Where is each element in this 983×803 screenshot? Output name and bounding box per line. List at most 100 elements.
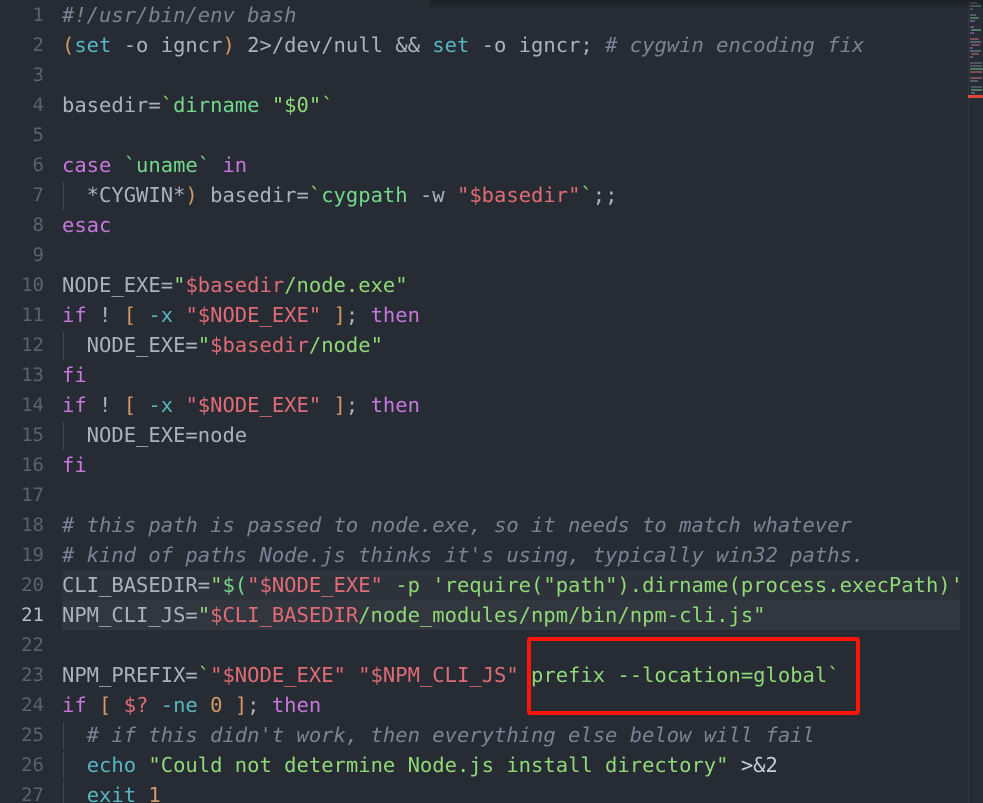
code-token: ` [197, 663, 211, 687]
line-text: fi [62, 450, 87, 480]
code-token: echo [86, 753, 137, 777]
line-number: 22 [21, 634, 44, 656]
code-token: NODE_EXE=node [62, 423, 248, 447]
code-token: "Could not determine Node.js install dir… [148, 753, 729, 777]
code-token: -ne [160, 693, 198, 717]
code-line[interactable]: 22 [0, 630, 968, 660]
code-line[interactable]: 9 [0, 240, 968, 270]
line-text: (set -o igncr) 2>/dev/null && set -o ign… [62, 30, 864, 60]
code-token: $? [123, 693, 149, 717]
code-token: ; [345, 303, 371, 327]
line-text: exit 1 [62, 780, 161, 803]
code-line[interactable]: 11 if ! [ -x "$NODE_EXE" ]; then [0, 300, 968, 330]
code-token: then [370, 303, 420, 327]
code-token: " [197, 333, 211, 357]
code-token: # if this didn't work, then everything e… [62, 723, 815, 747]
code-token: esac [62, 213, 112, 237]
code-token: ;; [592, 183, 618, 207]
code-line[interactable]: 23 NPM_PREFIX=`"$NODE_EXE" "$NPM_CLI_JS" … [0, 660, 968, 690]
minimap-row [970, 41, 981, 43]
code-line[interactable]: 24 if [ $? -ne 0 ]; then [0, 690, 968, 720]
line-number: 20 [21, 574, 44, 596]
minimap-row [971, 53, 979, 55]
code-lines-container[interactable]: 1 #!/usr/bin/env bash 2 (set -o igncr) 2>/d… [0, 0, 968, 803]
line-text: basedir=`dirname "$0"` [62, 90, 334, 120]
code-token: $basedir [210, 333, 309, 357]
code-token: then [370, 393, 420, 417]
code-token: ` [160, 93, 174, 117]
code-line[interactable]: 25 # if this didn't work, then everythin… [0, 720, 968, 750]
minimap-row [970, 2, 977, 4]
code-line[interactable]: 14 if ! [ -x "$NODE_EXE" ]; then [0, 390, 968, 420]
code-token: if [62, 393, 87, 417]
code-line[interactable]: 10 NODE_EXE="$basedir/node.exe" [0, 270, 968, 300]
minimap-row [971, 92, 975, 94]
line-text: NODE_EXE="$basedir/node" [62, 330, 383, 360]
code-token: basedir= [197, 183, 309, 207]
code-line[interactable]: 15 NODE_EXE=node [0, 420, 968, 450]
code-line[interactable]: 27 exit 1 [0, 780, 968, 803]
code-token: `uname` [123, 153, 211, 177]
code-line[interactable]: 19 # kind of paths Node.js thinks it's us… [0, 540, 968, 570]
code-token: "$NODE_EXE" [210, 663, 346, 687]
code-line[interactable]: 13 fi [0, 360, 968, 390]
code-line[interactable]: 3 [0, 60, 968, 90]
line-number: 14 [21, 394, 44, 416]
code-line[interactable]: 26 echo "Could not determine Node.js ins… [0, 750, 968, 780]
code-line[interactable]: 12 NODE_EXE="$basedir/node" [0, 330, 968, 360]
minimap-row [970, 62, 982, 64]
code-line[interactable]: 20 CLI_BASEDIR="$("$NODE_EXE" -p 'require… [0, 570, 968, 600]
minimap-row [970, 77, 982, 79]
code-line[interactable]: 8 esac [0, 210, 968, 240]
code-token: ] [333, 393, 346, 417]
code-editor[interactable]: 1 #!/usr/bin/env bash 2 (set -o igncr) 2>/d… [0, 0, 983, 803]
line-number: 16 [21, 454, 44, 476]
code-line[interactable]: 4 basedir=`dirname "$0"` [0, 90, 968, 120]
code-line[interactable]: 7 *CYGWIN*) basedir=`cygpath -w "$basedi… [0, 180, 968, 210]
line-text: if [ $? -ne 0 ]; then [62, 690, 321, 720]
line-number: 11 [21, 304, 44, 326]
code-token: " [197, 603, 211, 627]
code-token: CLI_BASEDIR= [62, 573, 211, 597]
line-text: esac [62, 210, 111, 240]
line-number: 24 [21, 694, 44, 716]
line-text: if ! [ -x "$NODE_EXE" ]; then [62, 300, 420, 330]
code-line[interactable]: 2 (set -o igncr) 2>/dev/null && set -o ig… [0, 30, 968, 60]
code-line[interactable]: 17 [0, 480, 968, 510]
code-line[interactable]: 18 # this path is passed to node.exe, so … [0, 510, 968, 540]
minimap-row [970, 56, 973, 58]
code-line[interactable]: 6 case `uname` in [0, 150, 968, 180]
code-token: exit [86, 783, 137, 803]
line-number: 23 [21, 664, 44, 686]
code-line[interactable]: 21 NPM_CLI_JS="$CLI_BASEDIR/node_modules/… [0, 600, 968, 630]
line-text: case `uname` in [62, 150, 247, 180]
code-token: if [62, 693, 87, 717]
code-token: $CLI_BASEDIR [210, 603, 359, 627]
minimap-error-marker [968, 95, 983, 98]
code-token: -p [382, 573, 433, 597]
code-line[interactable]: 16 fi [0, 450, 968, 480]
line-text: CLI_BASEDIR="$("$NODE_EXE" -p 'require("… [62, 570, 963, 600]
minimap-row [970, 50, 981, 52]
line-number: 18 [21, 514, 44, 536]
minimap[interactable] [968, 0, 983, 803]
code-token: fi [62, 363, 87, 387]
code-token: -x [148, 303, 174, 327]
code-line[interactable]: 5 [0, 120, 968, 150]
code-line[interactable]: 1 #!/usr/bin/env bash [0, 0, 968, 30]
code-token: ` [308, 183, 322, 207]
code-token: NODE_EXE= [62, 333, 198, 357]
